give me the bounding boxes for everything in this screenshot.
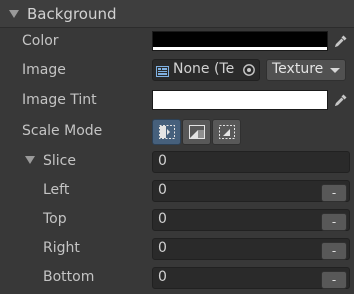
scale-stretch-to-fill-button[interactable] [152,119,181,145]
image-object-field[interactable]: None (Te [152,59,260,81]
color-alpha-bar [153,47,327,50]
dropdown-arrow-icon [330,68,340,73]
texture-dropdown-value: Texture [272,61,324,77]
image-tint-row: Image Tint [0,89,354,113]
image-tint-swatch[interactable] [152,90,328,110]
slice-bottom-label: Bottom [43,269,95,285]
color-row: Color [0,30,354,54]
scale-and-crop-icon [188,125,205,139]
scale-to-fit-button[interactable] [212,119,241,145]
stretch-to-fill-icon [158,125,175,139]
scale-mode-buttons [152,119,242,145]
image-icon [156,65,169,80]
slice-top-input[interactable]: 0 - [152,209,350,231]
slice-right-minus-button[interactable]: - [321,242,347,260]
image-object-value: None (Te [173,61,235,77]
slice-right-input[interactable]: 0 - [152,238,350,260]
slice-right-label: Right [43,240,80,256]
tint-eyedropper-icon[interactable] [330,90,352,110]
slice-left-value: 0 [158,182,167,198]
slice-bottom-minus-button[interactable]: - [321,271,347,289]
slice-row: Slice 0 [0,150,354,174]
slice-foldout-arrow-icon[interactable] [25,156,35,164]
slice-top-label: Top [43,211,67,227]
color-swatch[interactable] [152,31,328,51]
texture-dropdown[interactable]: Texture [266,59,346,81]
slice-top-minus-button[interactable]: - [321,213,347,231]
slice-top-value: 0 [158,211,167,227]
slice-right-value: 0 [158,240,167,256]
slice-left-minus-button[interactable]: - [321,184,347,202]
slice-bottom-input[interactable]: 0 - [152,267,350,289]
image-row: Image None (Te Texture [0,59,354,83]
scale-mode-row: Scale Mode [0,119,354,145]
slice-top-row: Top 0 - [0,208,354,232]
slice-left-input[interactable]: 0 - [152,180,350,202]
color-label: Color [22,33,59,49]
color-eyedropper-icon[interactable] [330,31,352,51]
scale-to-fit-icon [218,125,235,139]
slice-bottom-value: 0 [158,269,167,285]
image-label: Image [22,62,66,78]
foldout-arrow-icon[interactable] [9,10,19,18]
slice-input[interactable]: 0 [152,151,350,173]
image-tint-label: Image Tint [22,92,97,108]
object-picker-icon[interactable] [240,61,258,79]
background-foldout[interactable]: Background [0,0,354,28]
slice-left-label: Left [43,182,70,198]
slice-right-row: Right 0 - [0,237,354,261]
scale-mode-label: Scale Mode [22,123,103,139]
section-title: Background [27,5,117,23]
inspector-panel: Background Color Image None (Te Texture … [0,0,354,294]
slice-label: Slice [43,153,76,169]
slice-left-row: Left 0 - [0,179,354,203]
slice-bottom-row: Bottom 0 - [0,266,354,290]
scale-and-crop-button[interactable] [182,119,211,145]
